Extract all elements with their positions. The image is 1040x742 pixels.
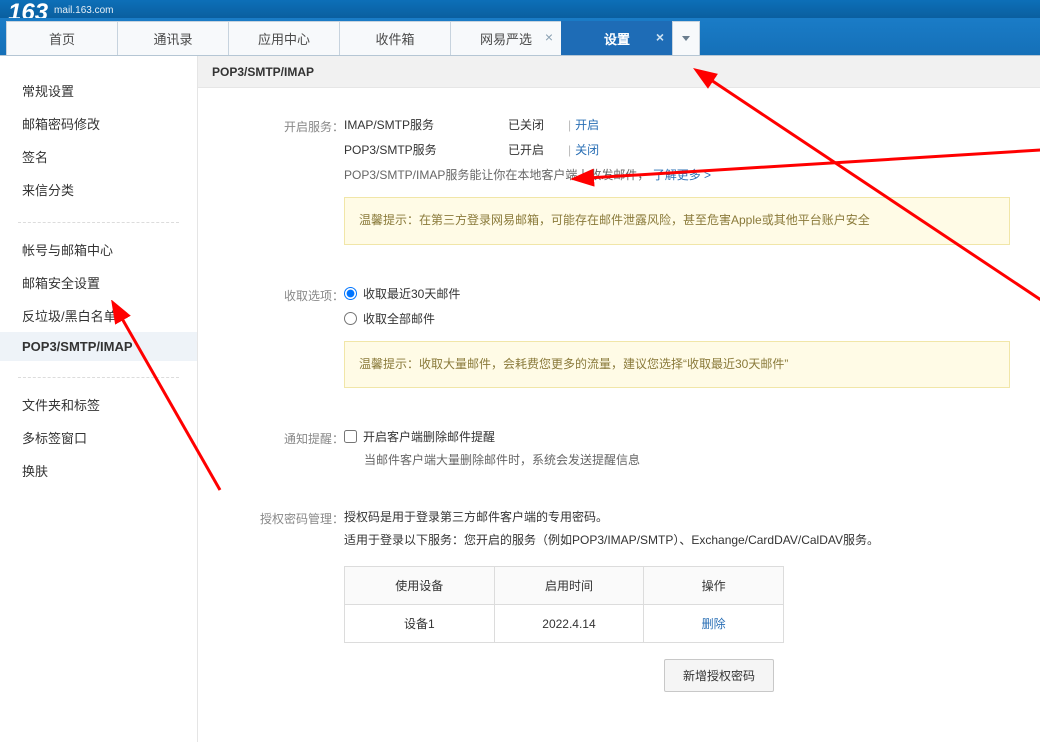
tab-yanxuan[interactable]: 网易严选 × [450, 21, 562, 55]
field-label: 收取选项： [228, 285, 344, 304]
tab-label: 设置 [604, 29, 630, 48]
checkbox-input[interactable] [344, 430, 357, 443]
tip-text: 温馨提示：在第三方登录网易邮箱，可能存在邮件泄露风险，甚至危害Apple或其他平… [359, 213, 870, 227]
table-cell: 2022.4.14 [494, 605, 644, 643]
sidebar-item-label: 文件夹和标签 [22, 398, 100, 413]
auth-table: 使用设备 启用时间 操作 设备1 2022.4.14 删除 [344, 566, 784, 643]
notify-checkbox-row[interactable]: 开启客户端删除邮件提醒 [344, 428, 1010, 445]
app-header: 163 mail.163.com [0, 0, 1040, 18]
sidebar-item-account[interactable]: 帐号与邮箱中心 [0, 233, 197, 266]
field-label: 通知提醒： [228, 428, 344, 447]
tab-label: 收件箱 [375, 29, 414, 48]
radio-label: 收取全部邮件 [363, 310, 435, 327]
receive-opt-all[interactable]: 收取全部邮件 [344, 310, 1010, 327]
tab-label: 首页 [49, 29, 75, 48]
service-status: 已开启 [508, 141, 564, 158]
add-auth-password-button[interactable]: 新增授权密码 [664, 659, 774, 692]
table-header: 启用时间 [494, 567, 644, 605]
radio-label: 收取最近30天邮件 [363, 285, 460, 302]
tab-settings[interactable]: 设置 × [561, 21, 673, 55]
table-header: 使用设备 [345, 567, 495, 605]
notify-desc: 当邮件客户端大量删除邮件时，系统会发送提醒信息 [344, 451, 1010, 468]
settings-sidebar: 常规设置 邮箱密码修改 签名 来信分类 帐号与邮箱中心 邮箱安全设置 反垃圾/黑… [0, 56, 198, 742]
tab-dropdown[interactable] [672, 21, 700, 55]
sidebar-item-label: 帐号与邮箱中心 [22, 243, 113, 258]
tab-label: 应用中心 [258, 29, 310, 48]
tab-home[interactable]: 首页 [6, 21, 118, 55]
tip-box: 温馨提示：收取大量邮件，会耗费您更多的流量，建议您选择“收取最近30天邮件” [344, 341, 1010, 389]
sidebar-item-folders[interactable]: 文件夹和标签 [0, 388, 197, 421]
main-panel: POP3/SMTP/IMAP 开启服务： IMAP/SMTP服务 已关闭 | 开… [198, 56, 1040, 742]
table-row: 设备1 2022.4.14 删除 [345, 605, 784, 643]
sidebar-item-label: POP3/SMTP/IMAP [22, 339, 133, 354]
table-header: 操作 [644, 567, 784, 605]
field-label: 开启服务： [228, 116, 344, 135]
sidebar-item-spam[interactable]: 反垃圾/黑白名单 [0, 299, 197, 332]
tab-bar: 首页 通讯录 应用中心 收件箱 网易严选 × 设置 × [0, 18, 1040, 56]
tab-contacts[interactable]: 通讯录 [117, 21, 229, 55]
tab-label: 网易严选 [480, 29, 532, 48]
chevron-down-icon [682, 36, 690, 41]
sidebar-item-label: 多标签窗口 [22, 431, 87, 446]
tab-appcenter[interactable]: 应用中心 [228, 21, 340, 55]
tip-text: 温馨提示：收取大量邮件，会耗费您更多的流量，建议您选择“收取最近30天邮件” [359, 357, 788, 371]
service-enable-link[interactable]: 开启 [575, 116, 599, 133]
brand-name: 163 [8, 4, 48, 18]
service-name: IMAP/SMTP服务 [344, 116, 508, 133]
sidebar-item-label: 邮箱密码修改 [22, 117, 100, 132]
field-label: 授权密码管理： [228, 508, 344, 527]
checkbox-label: 开启客户端删除邮件提醒 [363, 428, 495, 445]
sidebar-item-label: 邮箱安全设置 [22, 276, 100, 291]
sidebar-item-general[interactable]: 常规设置 [0, 74, 197, 107]
service-desc: POP3/SMTP/IMAP服务能让你在本地客户端上收发邮件， [344, 168, 649, 182]
brand-sub: mail.163.com [54, 5, 113, 16]
sidebar-item-label: 来信分类 [22, 183, 74, 198]
service-name: POP3/SMTP服务 [344, 141, 508, 158]
sidebar-item-signature[interactable]: 签名 [0, 140, 197, 173]
close-icon[interactable]: × [656, 30, 664, 44]
auth-desc: 适用于登录以下服务：您开启的服务（例如POP3/IMAP/SMTP）、Excha… [344, 531, 1010, 548]
tab-label: 通讯录 [153, 29, 192, 48]
table-cell: 设备1 [345, 605, 495, 643]
tab-inbox[interactable]: 收件箱 [339, 21, 451, 55]
sidebar-item-filter[interactable]: 来信分类 [0, 173, 197, 206]
service-status: 已关闭 [508, 116, 564, 133]
tip-box: 温馨提示：在第三方登录网易邮箱，可能存在邮件泄露风险，甚至危害Apple或其他平… [344, 197, 1010, 245]
sidebar-item-skin[interactable]: 换肤 [0, 454, 197, 487]
delete-link[interactable]: 删除 [702, 617, 726, 631]
sidebar-item-label: 换肤 [22, 464, 48, 479]
section-header: POP3/SMTP/IMAP [198, 56, 1040, 88]
section-title: POP3/SMTP/IMAP [212, 65, 314, 79]
receive-opt-30days[interactable]: 收取最近30天邮件 [344, 285, 1010, 302]
learn-more-link[interactable]: 了解更多 > [653, 168, 711, 182]
sidebar-item-security[interactable]: 邮箱安全设置 [0, 266, 197, 299]
sidebar-item-label: 常规设置 [22, 84, 74, 99]
auth-desc: 授权码是用于登录第三方邮件客户端的专用密码。 [344, 508, 1010, 525]
radio-input[interactable] [344, 312, 357, 325]
close-icon[interactable]: × [545, 30, 553, 44]
sidebar-item-password[interactable]: 邮箱密码修改 [0, 107, 197, 140]
sidebar-item-pop3[interactable]: POP3/SMTP/IMAP [0, 332, 197, 361]
service-disable-link[interactable]: 关闭 [575, 141, 599, 158]
sidebar-item-label: 签名 [22, 150, 48, 165]
sidebar-item-multitab[interactable]: 多标签窗口 [0, 421, 197, 454]
radio-input[interactable] [344, 287, 357, 300]
sidebar-item-label: 反垃圾/黑白名单 [22, 309, 117, 324]
